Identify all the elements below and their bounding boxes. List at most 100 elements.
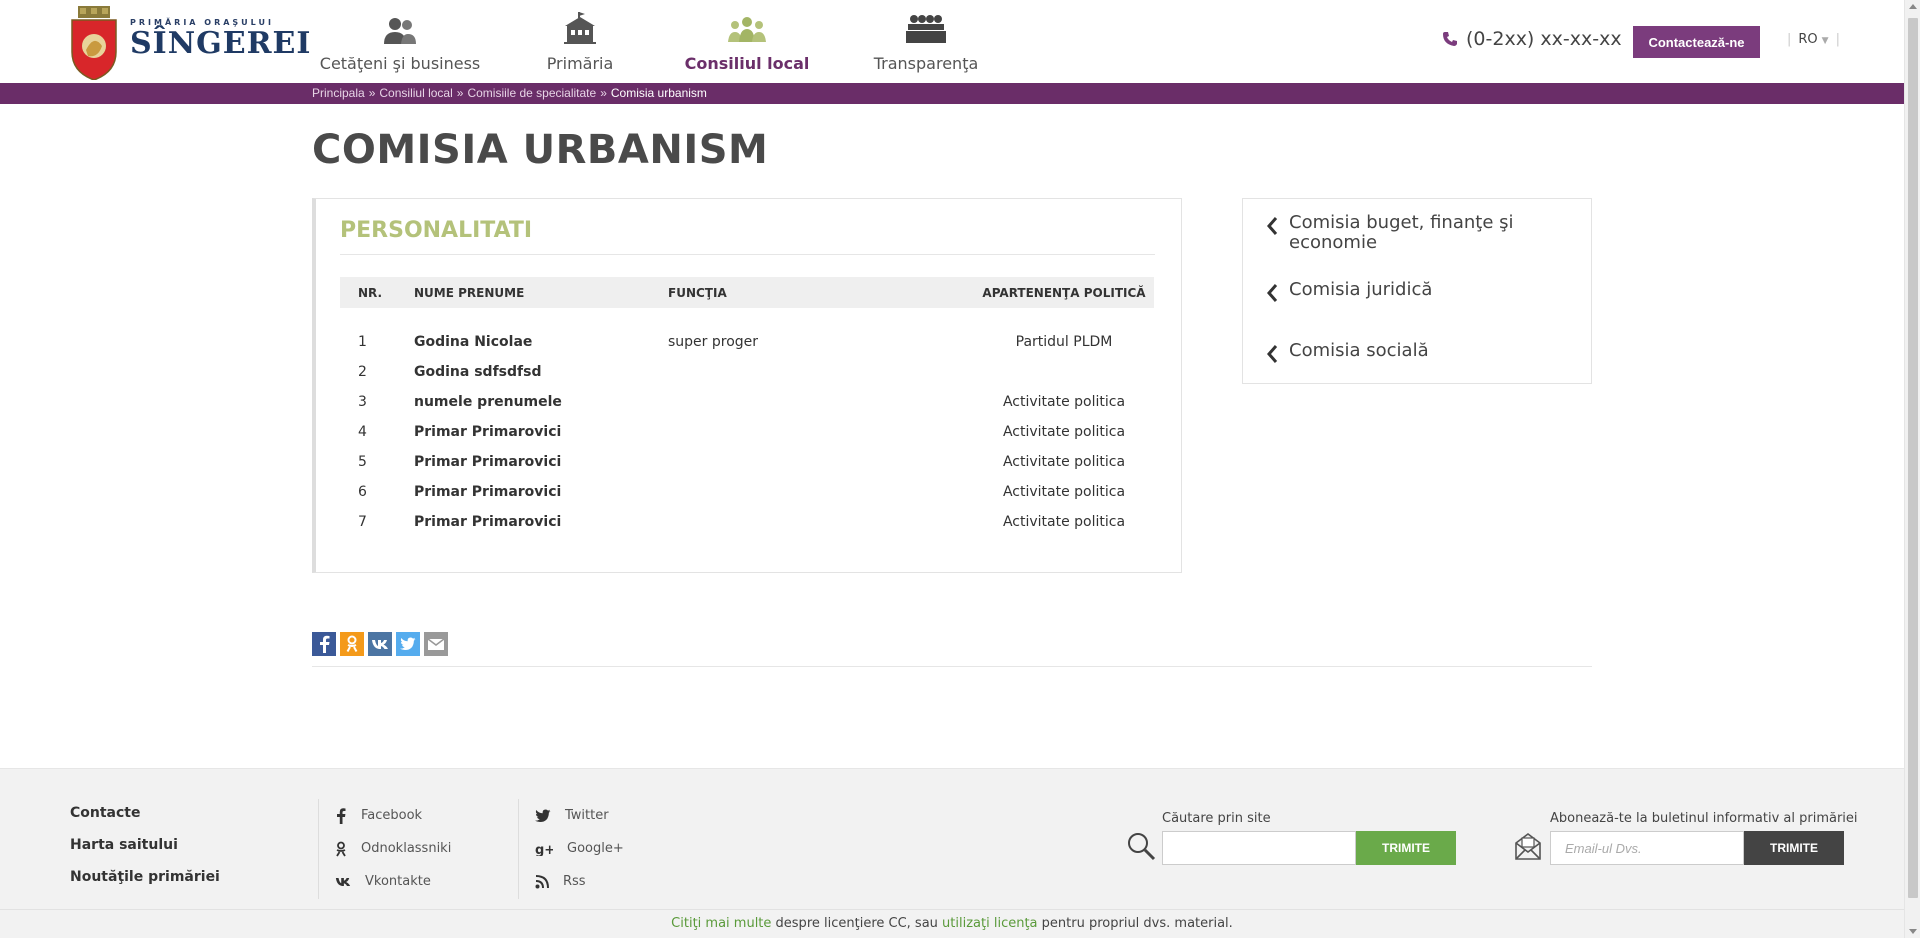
- cell-nr: 5: [358, 454, 367, 470]
- svg-text:g+: g+: [535, 843, 553, 856]
- table-row: 2 Godina sdfsdfsd: [340, 357, 1154, 387]
- site-logo[interactable]: PRIMĂRIA ORAŞULUI SÎNGEREI: [70, 6, 311, 80]
- breadcrumb-link-home[interactable]: Principala: [312, 86, 365, 100]
- table-row: 1 Godina Nicolae super proger Partidul PLDM: [340, 327, 1154, 357]
- footer-social-googleplus[interactable]: g+ Google+: [535, 832, 624, 865]
- personalities-panel: PERSONALITATI NR. NUME PRENUME FUNCŢIA A…: [312, 198, 1182, 573]
- chevron-left-icon: [1267, 284, 1278, 302]
- breadcrumb: Principala» Consiliul local» Comisiile de …: [312, 86, 707, 100]
- footer-social-col-2: Twitter g+ Google+ Rss: [518, 799, 624, 899]
- site-header: PRIMĂRIA ORAŞULUI SÎNGEREI Cetăţeni şi b…: [0, 0, 1904, 83]
- nav-item-primaria[interactable]: Primăria: [480, 8, 680, 73]
- members-table: NR. NUME PRENUME FUNCŢIA APARTENENŢA POL…: [340, 277, 1154, 537]
- meeting-icon: [906, 15, 946, 43]
- share-buttons: [312, 632, 452, 656]
- email-icon[interactable]: [424, 632, 448, 656]
- share-divider: [312, 666, 1592, 667]
- footer-link-contacts[interactable]: Contacte: [70, 805, 220, 837]
- search-input[interactable]: [1162, 831, 1356, 865]
- vkontakte-icon[interactable]: [368, 632, 392, 656]
- table-row: 6 Primar Primarovici Activitate politica: [340, 477, 1154, 507]
- sidebar-item-juridical[interactable]: Comisia juridică: [1265, 280, 1579, 303]
- cell-nr: 4: [358, 424, 367, 440]
- cell-party: Activitate politica: [1002, 424, 1126, 440]
- logo-title: SÎNGEREI: [130, 26, 312, 61]
- cell-name: numele prenumele: [414, 394, 562, 410]
- sidebar-item-label: Comisia juridică: [1289, 279, 1433, 300]
- language-selector[interactable]: | RO ▼ |: [1780, 32, 1847, 47]
- newsletter-email-input[interactable]: [1550, 831, 1744, 865]
- nav-label: Cetăţeni şi business: [319, 54, 481, 73]
- envelope-icon: [1515, 833, 1541, 860]
- table-header: NR. NUME PRENUME FUNCŢIA APARTENENŢA POL…: [340, 277, 1154, 308]
- table-row: 3 numele prenumele Activitate politica: [340, 387, 1154, 417]
- sidebar-item-social[interactable]: Comisia socială: [1265, 341, 1579, 364]
- phone-number[interactable]: (0-2xx) xx-xx-xx: [1442, 28, 1622, 50]
- site-footer: Contacte Harta saitului Noutăţile primăr…: [0, 768, 1904, 938]
- page-scrollbar[interactable]: [1904, 0, 1920, 938]
- nav-item-citizens[interactable]: Cetăţeni şi business: [320, 8, 480, 73]
- nav-label: Primăria: [546, 54, 614, 73]
- footer-link-sitemap[interactable]: Harta saitului: [70, 837, 220, 869]
- scrollbar-thumb[interactable]: [1908, 18, 1918, 898]
- newsletter-submit-button[interactable]: TRIMITE: [1744, 831, 1844, 865]
- search-label: Căutare prin site: [1162, 811, 1271, 826]
- cell-name: Primar Primarovici: [414, 514, 562, 530]
- footer-link-news[interactable]: Noutăţile primăriei: [70, 869, 220, 901]
- breadcrumb-link-commissions[interactable]: Comisiile de specialitate: [467, 86, 596, 100]
- search-submit-button[interactable]: TRIMITE: [1356, 831, 1456, 865]
- scroll-up-arrow-icon[interactable]: [1909, 4, 1917, 9]
- footer-social-twitter[interactable]: Twitter: [535, 799, 624, 832]
- footer-links: Contacte Harta saitului Noutăţile primăr…: [70, 805, 220, 901]
- footer-social-facebook[interactable]: Facebook: [335, 799, 451, 832]
- footer-social-rss[interactable]: Rss: [535, 865, 624, 898]
- column-header-name: NUME PRENUME: [414, 285, 525, 300]
- odnoklassniki-icon: [336, 841, 346, 856]
- chevron-left-icon: [1267, 217, 1278, 235]
- sidebar-item-label: Comisia buget, finanţe şi economie: [1289, 212, 1514, 253]
- cell-nr: 1: [358, 334, 367, 350]
- cell-name: Godina Nicolae: [414, 334, 533, 350]
- cell-name: Primar Primarovici: [414, 484, 562, 500]
- phone-text: (0-2xx) xx-xx-xx: [1466, 28, 1622, 50]
- nav-item-transparency[interactable]: Transparenţa: [814, 8, 1038, 73]
- phone-icon: [1443, 32, 1457, 46]
- twitter-icon[interactable]: [396, 632, 420, 656]
- coat-of-arms-icon: [71, 6, 117, 80]
- cell-party: Activitate politica: [1002, 484, 1126, 500]
- search-icon: [1128, 833, 1156, 861]
- license-note: Citiţi mai multe despre licenţiere CC, s…: [0, 909, 1904, 938]
- table-row: 7 Primar Primarovici Activitate politica: [340, 507, 1154, 537]
- footer-social-odnoklassniki[interactable]: Odnoklassniki: [335, 832, 451, 865]
- people-icon: [384, 18, 416, 44]
- language-label: RO: [1798, 32, 1818, 47]
- sidebar-item-budget[interactable]: Comisia buget, finanţe şi economie: [1265, 213, 1579, 253]
- license-use-link[interactable]: utilizaţi licenţa: [942, 916, 1037, 931]
- cell-party: Activitate politica: [1002, 454, 1126, 470]
- twitter-icon: [535, 809, 551, 822]
- facebook-icon[interactable]: [312, 632, 336, 656]
- vkontakte-icon: [335, 877, 351, 886]
- council-icon: [728, 17, 766, 42]
- footer-social-vkontakte[interactable]: Vkontakte: [335, 865, 451, 898]
- scroll-down-arrow-icon[interactable]: [1909, 929, 1917, 934]
- cell-party: Partidul PLDM: [1015, 334, 1113, 350]
- cell-nr: 6: [358, 484, 367, 500]
- section-title: PERSONALITATI: [340, 218, 533, 243]
- cell-nr: 2: [358, 364, 367, 380]
- newsletter-label: Abonează-te la buletinul informativ al p…: [1550, 811, 1858, 826]
- contact-button[interactable]: Contactează-ne: [1633, 26, 1760, 58]
- nav-label: Consiliul local: [684, 54, 810, 73]
- breadcrumb-bar: Principala» Consiliul local» Comisiile de …: [0, 83, 1904, 104]
- rss-icon: [535, 874, 549, 888]
- nav-item-council[interactable]: Consiliul local: [680, 8, 814, 73]
- odnoklassniki-icon[interactable]: [340, 632, 364, 656]
- page-title: COMISIA URBANISM: [312, 127, 769, 173]
- breadcrumb-link-council[interactable]: Consiliul local: [379, 86, 452, 100]
- cell-party: Activitate politica: [1002, 394, 1126, 410]
- main-nav: Cetăţeni şi business Primăria Consiliul …: [320, 8, 1038, 73]
- cell-nr: 3: [358, 394, 367, 410]
- license-read-more-link[interactable]: Citiţi mai multe: [671, 916, 771, 931]
- cell-name: Primar Primarovici: [414, 454, 562, 470]
- section-divider: [340, 254, 1155, 255]
